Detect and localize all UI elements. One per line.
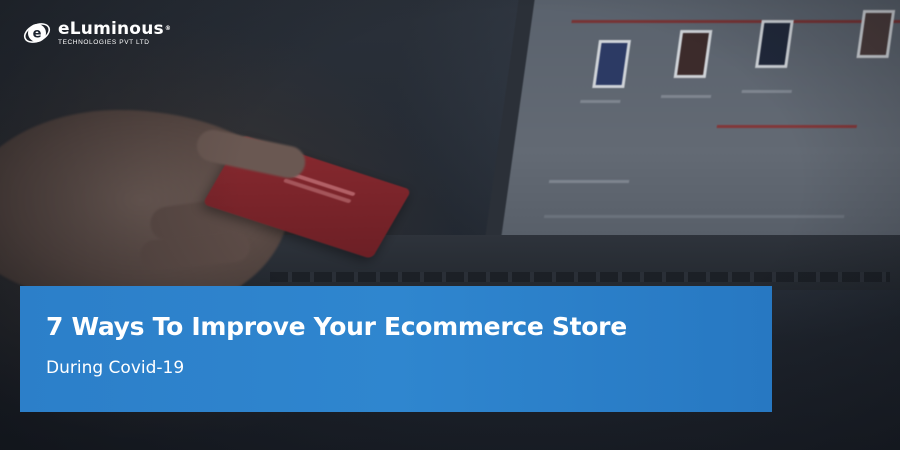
- logo-tagline: TECHNOLOGIES PVT LTD: [58, 38, 150, 46]
- title-banner: 7 Ways To Improve Your Ecommerce Store D…: [20, 286, 772, 412]
- logo-name: eLuminous®: [58, 18, 172, 39]
- banner-subtitle: During Covid-19: [46, 358, 185, 378]
- banner-title: 7 Ways To Improve Your Ecommerce Store: [46, 312, 627, 341]
- logo-e-icon: e: [22, 18, 52, 48]
- logo-wordmark: eLuminous® TECHNOLOGIES PVT LTD: [58, 20, 171, 47]
- svg-text:e: e: [33, 27, 42, 42]
- company-logo[interactable]: e eLuminous® TECHNOLOGIES PVT LTD: [22, 18, 171, 48]
